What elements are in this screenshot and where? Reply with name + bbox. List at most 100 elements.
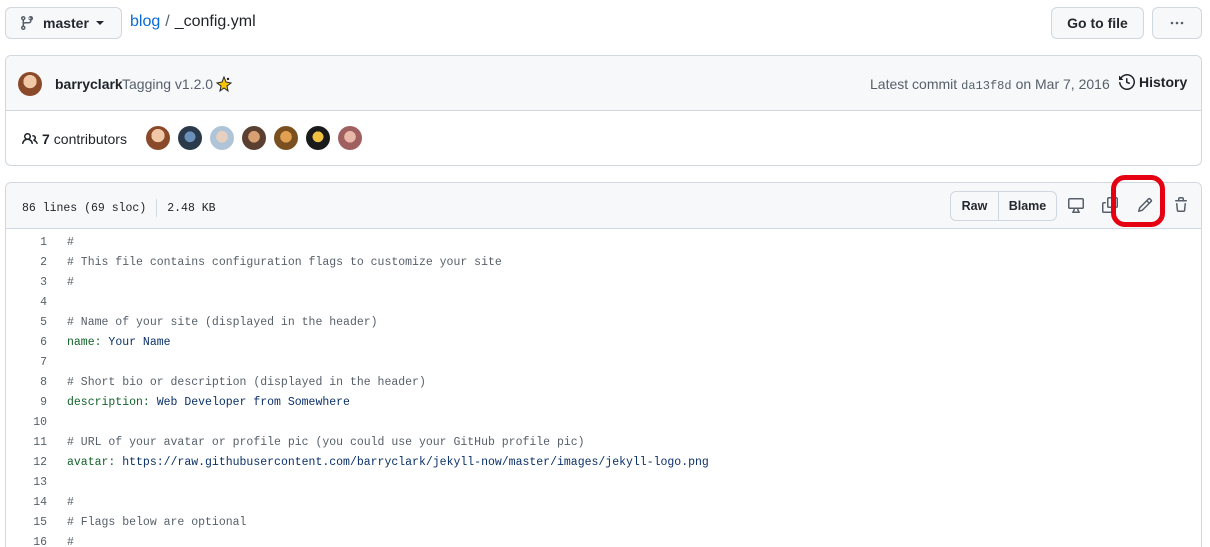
blame-button[interactable]: Blame [999,192,1056,220]
file-lines-info: 86 lines (69 sloc) [22,201,147,215]
contributor-avatar[interactable] [178,126,202,150]
edit-file-button[interactable] [1135,195,1155,215]
contributor-avatar[interactable] [338,126,362,150]
code-line: 3 # [6,272,1201,292]
code-line: 1 # [6,232,1201,252]
code-line: 12 avatar: https://raw.githubusercontent.… [6,452,1201,472]
line-number[interactable]: 15 [6,516,47,529]
author-avatar[interactable] [18,72,42,96]
line-number[interactable]: 2 [6,256,47,269]
line-number[interactable]: 3 [6,276,47,289]
git-branch-icon [21,15,33,31]
contributor-avatar[interactable] [146,126,170,150]
desktop-icon [1068,198,1084,213]
commit-sha-link[interactable]: da13f8d [961,79,1011,93]
sparkle-emoji-icon [215,75,233,93]
contributor-avatar[interactable] [306,126,330,150]
breadcrumb-file-name: _config.yml [174,13,256,30]
line-content: description: Web Developer from Somewher… [47,396,350,409]
yaml-value: Your Name [101,335,171,349]
line-content: # URL of your avatar or profile pic (you… [67,435,585,449]
breadcrumb-repo-link[interactable]: blog [130,13,160,31]
file-viewer: 86 lines (69 sloc) 2.48 KB Raw Blame 1 # … [5,182,1202,547]
line-content: avatar: https://raw.githubusercontent.co… [47,456,709,469]
line-number[interactable]: 14 [6,496,47,509]
code-content: 1 # 2 # This file contains configuration f… [6,229,1201,547]
line-content: # This file contains configuration flags… [67,255,502,269]
code-line: 2 # This file contains configuration flag… [6,252,1201,272]
yaml-key: avatar: [67,455,116,469]
line-content: # Short bio or description (displayed in… [67,375,426,389]
contributor-avatars [146,126,370,150]
line-content: name: Your Name [47,336,171,349]
line-number[interactable]: 11 [6,436,47,449]
yaml-key: description: [67,395,150,409]
line-number[interactable]: 10 [6,416,47,429]
file-info-divider [156,199,158,217]
contributors-row: 7 contributors [6,111,1201,165]
go-to-file-button[interactable]: Go to file [1051,7,1144,39]
copy-icon [1102,197,1118,213]
line-content: # Flags below are optional [67,515,247,529]
kebab-horizontal-icon [1170,21,1184,25]
yaml-value: https://raw.githubusercontent.com/barryc… [115,455,709,469]
contributor-avatar[interactable] [210,126,234,150]
line-number[interactable]: 12 [6,456,47,469]
breadcrumb: blog / _config.yml [130,13,256,31]
line-number[interactable]: 6 [6,336,47,349]
contributors-link[interactable]: 7 contributors [22,131,127,147]
history-link[interactable]: History [1119,74,1187,90]
line-number[interactable]: 9 [6,396,47,409]
code-line: 14 # [6,492,1201,512]
yaml-key: name: [67,335,102,349]
code-line: 11 # URL of your avatar or profile pic (y… [6,432,1201,452]
line-content: # [67,495,74,509]
commit-author-link[interactable]: barryclark [55,76,123,92]
code-line: 8 # Short bio or description (displayed i… [6,372,1201,392]
delete-file-button[interactable] [1171,195,1191,215]
line-number[interactable]: 7 [6,356,47,369]
contributor-avatar[interactable] [242,126,266,150]
latest-commit-info: Latest commit da13f8d on Mar 7, 2016 [870,76,1110,93]
code-line: 5 # Name of your site (displayed in the h… [6,312,1201,332]
caret-down-icon [95,21,104,25]
line-number[interactable]: 8 [6,376,47,389]
file-view-button-group: Raw Blame [950,191,1057,221]
line-content: # Name of your site (displayed in the he… [67,315,378,329]
code-line: 7 [6,352,1201,372]
yaml-value: Web Developer from Somewhere [149,395,350,409]
latest-commit-box: barryclark Tagging v1.2.0 Latest commit … [5,55,1202,166]
raw-button[interactable]: Raw [951,192,999,220]
line-content: # [67,535,74,547]
pencil-icon [1137,197,1153,213]
file-header: 86 lines (69 sloc) 2.48 KB Raw Blame [6,183,1201,229]
people-icon [22,132,38,145]
branch-select-button[interactable]: master [5,7,122,39]
branch-name: master [43,15,89,31]
code-line: 15 # Flags below are optional [6,512,1201,532]
contributor-avatar[interactable] [274,126,298,150]
file-navigation-bar: master blog / _config.yml Go to file [0,0,1210,48]
code-line: 13 [6,472,1201,492]
code-line: 6 name: Your Name [6,332,1201,352]
line-number[interactable]: 4 [6,296,47,309]
code-line: 9 description: Web Developer from Somewhe… [6,392,1201,412]
commit-message-link[interactable]: Tagging v1.2.0 [122,76,213,92]
line-number[interactable]: 5 [6,316,47,329]
contributors-label: contributors [53,131,127,147]
latest-commit-label: Latest commit [870,76,958,92]
file-size: 2.48 KB [167,201,216,215]
line-content: # [67,235,74,249]
contributors-count: 7 [42,131,50,147]
code-line: 10 [6,412,1201,432]
code-line: 4 [6,292,1201,312]
line-number[interactable]: 1 [6,236,47,249]
more-options-button[interactable] [1152,7,1202,39]
open-in-desktop-button[interactable] [1066,195,1086,215]
copy-contents-button[interactable] [1100,195,1120,215]
line-number[interactable]: 13 [6,476,47,489]
line-number[interactable]: 16 [6,536,47,547]
code-line: 16 # [6,532,1201,547]
line-content: # [67,275,74,289]
commit-row: barryclark Tagging v1.2.0 Latest commit … [6,56,1201,111]
